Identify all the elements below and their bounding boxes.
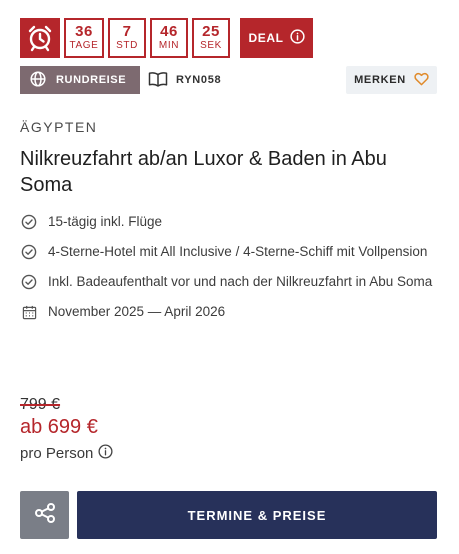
- countdown-minutes: 46 MIN: [150, 18, 188, 58]
- countdown-seconds-label: SEK: [200, 40, 222, 51]
- per-person-note: pro Person: [20, 444, 113, 463]
- tag-row: RUNDREISE RYN058 MERKEN: [20, 66, 437, 94]
- trip-type-label: RUNDREISE: [56, 74, 127, 86]
- countdown-hours-label: STD: [116, 40, 138, 51]
- favorite-button[interactable]: MERKEN: [346, 66, 437, 94]
- feature-text: Inkl. Badeaufenthalt vor und nach der Ni…: [48, 274, 433, 289]
- countdown-days-value: 36: [75, 23, 93, 40]
- countdown-seconds: 25 SEK: [192, 18, 230, 58]
- countdown-hours-value: 7: [122, 23, 132, 40]
- old-price: 799 €: [20, 396, 61, 413]
- share-icon: [34, 502, 56, 529]
- countdown-minutes-label: MIN: [158, 40, 180, 51]
- deal-label: DEAL: [248, 31, 284, 45]
- per-person-label: pro Person: [20, 445, 94, 462]
- countdown-minutes-value: 46: [160, 23, 178, 40]
- trip-code-tag: RYN058: [148, 66, 221, 94]
- check-circle-icon: [20, 241, 38, 263]
- info-icon[interactable]: [98, 444, 113, 463]
- open-book-icon: [148, 71, 168, 90]
- feature-item: 4-Sterne-Hotel mit All Inclusive / 4-Ste…: [20, 241, 440, 263]
- deal-badge[interactable]: DEAL: [240, 18, 313, 58]
- countdown-seconds-value: 25: [202, 23, 220, 40]
- countdown-days: 36 TAGE: [64, 18, 104, 58]
- countdown-hours: 7 STD: [108, 18, 146, 58]
- favorite-label: MERKEN: [354, 74, 406, 86]
- feature-item: 15-tägig inkl. Flüge: [20, 211, 440, 233]
- feature-list: 15-tägig inkl. Flüge 4-Sterne-Hotel mit …: [20, 211, 440, 331]
- check-circle-icon: [20, 211, 38, 233]
- globe-icon: [30, 70, 46, 90]
- calendar-icon: [20, 301, 38, 323]
- feature-item: November 2025 — April 2026: [20, 301, 440, 323]
- dates-and-prices-button[interactable]: TERMINE & PREISE: [77, 491, 437, 539]
- share-button[interactable]: [20, 491, 69, 539]
- current-price: ab 699 €: [20, 416, 98, 438]
- trip-code-label: RYN058: [176, 74, 222, 86]
- destination-country: ÄGYPTEN: [20, 119, 98, 135]
- check-circle-icon: [20, 271, 38, 293]
- heart-icon: [414, 72, 429, 89]
- alarm-clock-icon: [20, 18, 60, 58]
- info-icon[interactable]: [289, 29, 305, 47]
- travel-period: November 2025 — April 2026: [48, 304, 226, 319]
- countdown-days-label: TAGE: [69, 40, 99, 51]
- feature-text: 15-tägig inkl. Flüge: [48, 214, 163, 229]
- countdown-timer: 36 TAGE 7 STD 46 MIN 25 SEK DEAL: [20, 18, 313, 58]
- trip-type-tag: RUNDREISE: [20, 66, 140, 94]
- feature-item: Inkl. Badeaufenthalt vor und nach der Ni…: [20, 271, 440, 293]
- offer-title[interactable]: Nilkreuzfahrt ab/an Luxor & Baden in Abu…: [20, 146, 430, 198]
- feature-text: 4-Sterne-Hotel mit All Inclusive / 4-Ste…: [48, 244, 428, 259]
